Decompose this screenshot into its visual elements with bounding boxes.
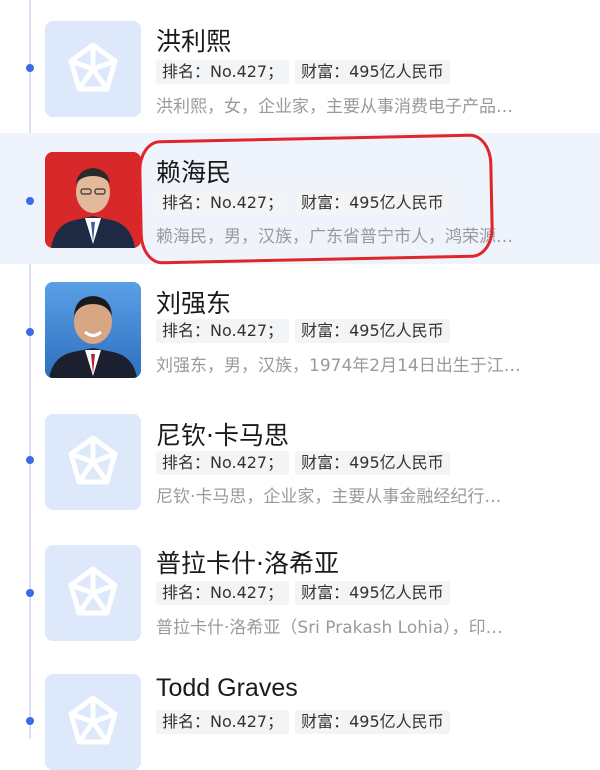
avatar-placeholder xyxy=(45,21,141,117)
person-description: 洪利熙，女，企业家，主要从事消费电子产品… xyxy=(156,97,513,117)
timeline-dot xyxy=(26,717,34,725)
avatar-placeholder xyxy=(45,674,141,770)
list-item[interactable]: Todd Graves 排名：No.427； 财富：495亿人民币 xyxy=(0,658,600,770)
person-description: 刘强东，男，汉族，1974年2月14日出生于江… xyxy=(156,356,521,376)
person-meta: 排名：No.427； 财富：495亿人民币 xyxy=(156,319,450,343)
person-description: 尼钦·卡马思，企业家，主要从事金融经纪行… xyxy=(156,487,502,507)
wealth-chip: 财富：495亿人民币 xyxy=(295,581,450,605)
avatar-placeholder xyxy=(45,414,141,510)
rank-chip: 排名：No.427； xyxy=(156,451,290,475)
person-name: 洪利熙 xyxy=(156,27,232,56)
wealth-chip: 财富：495亿人民币 xyxy=(295,710,450,734)
person-meta: 排名：No.427； 财富：495亿人民币 xyxy=(156,191,450,215)
portrait-photo-red-bg xyxy=(45,152,141,248)
portrait-photo-blue-bg xyxy=(45,282,141,378)
list-item[interactable]: 普拉卡什·洛希亚 排名：No.427； 财富：495亿人民币 普拉卡什·洛希亚（… xyxy=(0,527,600,658)
rank-chip: 排名：No.427； xyxy=(156,319,290,343)
person-name: Todd Graves xyxy=(156,674,298,702)
placeholder-icon xyxy=(68,566,118,616)
person-name: 赖海民 xyxy=(156,158,232,187)
rank-chip: 排名：No.427； xyxy=(156,60,290,84)
avatar-placeholder xyxy=(45,545,141,641)
person-name: 刘强东 xyxy=(156,289,232,318)
person-description: 普拉卡什·洛希亚（Sri Prakash Lohia），印… xyxy=(156,618,503,638)
wealth-chip: 财富：495亿人民币 xyxy=(295,451,450,475)
person-name: 普拉卡什·洛希亚 xyxy=(156,549,339,578)
person-meta: 排名：No.427； 财富：495亿人民币 xyxy=(156,581,450,605)
list-item[interactable]: 洪利熙 排名：No.427； 财富：495亿人民币 洪利熙，女，企业家，主要从事… xyxy=(0,0,600,131)
placeholder-icon xyxy=(68,695,118,745)
rank-chip: 排名：No.427； xyxy=(156,581,290,605)
list-item[interactable]: 刘强东 排名：No.427； 财富：495亿人民币 刘强东，男，汉族，1974年… xyxy=(0,264,600,395)
timeline-dot xyxy=(26,64,34,72)
wealth-chip: 财富：495亿人民币 xyxy=(295,191,450,215)
person-name: 尼钦·卡马思 xyxy=(156,421,289,450)
list-item[interactable]: 尼钦·卡马思 排名：No.427； 财富：495亿人民币 尼钦·卡马思，企业家，… xyxy=(0,396,600,527)
person-meta: 排名：No.427； 财富：495亿人民币 xyxy=(156,451,450,475)
wealth-chip: 财富：495亿人民币 xyxy=(295,319,450,343)
timeline-dot xyxy=(26,197,34,205)
person-meta: 排名：No.427； 财富：495亿人民币 xyxy=(156,60,450,84)
timeline-dot xyxy=(26,328,34,336)
wealth-chip: 财富：495亿人民币 xyxy=(295,60,450,84)
timeline-dot xyxy=(26,589,34,597)
rank-chip: 排名：No.427； xyxy=(156,710,290,734)
list-item[interactable]: 赖海民 排名：No.427； 财富：495亿人民币 赖海民，男，汉族，广东省普宁… xyxy=(0,133,600,264)
avatar-photo xyxy=(45,282,141,378)
rank-chip: 排名：No.427； xyxy=(156,191,290,215)
placeholder-icon xyxy=(68,42,118,92)
avatar-photo xyxy=(45,152,141,248)
placeholder-icon xyxy=(68,435,118,485)
timeline-dot xyxy=(26,456,34,464)
person-meta: 排名：No.427； 财富：495亿人民币 xyxy=(156,710,450,734)
person-description: 赖海民，男，汉族，广东省普宁市人，鸿荣源… xyxy=(156,227,513,247)
